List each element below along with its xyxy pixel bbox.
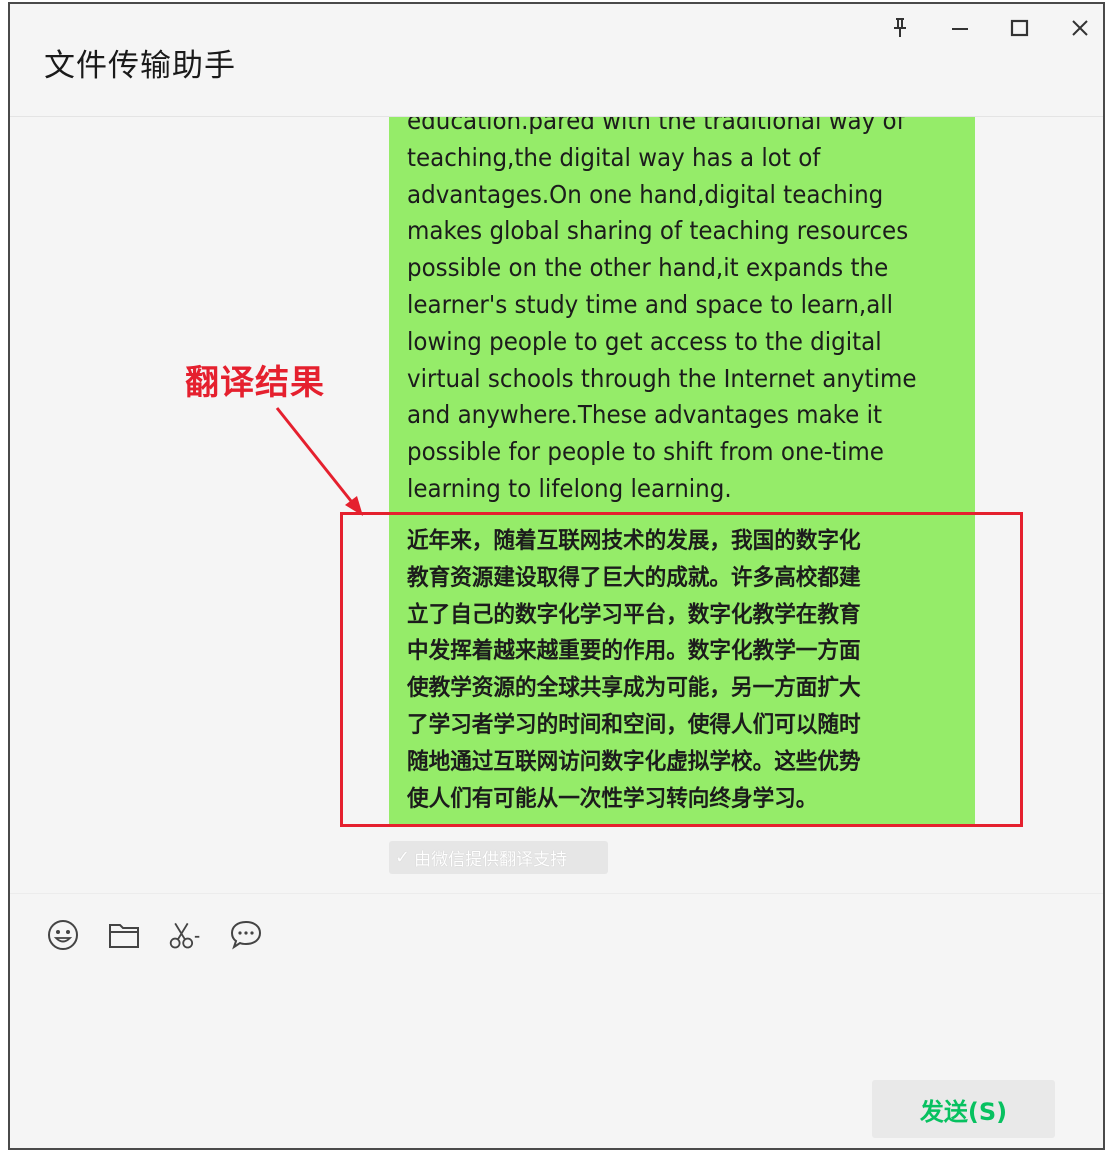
- pin-icon: [894, 18, 906, 37]
- scissors-icon: [169, 922, 200, 949]
- chat-window: 文件传输助手 education.pared with the traditio…: [8, 2, 1105, 1150]
- english-line: possible for people to shift from one-ti…: [407, 437, 884, 467]
- annotation-arrow: [275, 407, 363, 516]
- chat-history-button[interactable]: [229, 918, 263, 952]
- minimize-button[interactable]: [940, 14, 980, 42]
- maximize-button[interactable]: [1000, 14, 1040, 42]
- english-line: advantages.On one hand,digital teaching: [407, 179, 884, 209]
- close-icon: [1072, 20, 1088, 36]
- file-button[interactable]: [107, 918, 141, 952]
- translation-tag: ✓ 由微信提供翻译支持: [389, 841, 608, 874]
- english-line: education.pared with the traditional way…: [407, 117, 905, 135]
- input-area[interactable]: 发送(S): [10, 893, 1103, 1148]
- english-line: teaching,the digital way has a lot of: [407, 142, 821, 172]
- annotation-label: 翻译结果: [185, 363, 325, 403]
- chat-area[interactable]: education.pared with the traditional way…: [10, 117, 1103, 893]
- translation-tag-text: 由微信提供翻译支持: [414, 850, 568, 870]
- folder-icon: [109, 924, 139, 948]
- screenshot-button[interactable]: [168, 918, 202, 952]
- english-line: possible on the other hand,it expands th…: [407, 253, 889, 283]
- english-line: lowing people to get access to the digit…: [407, 326, 882, 356]
- emoji-icon: [48, 920, 78, 950]
- minimize-icon: [952, 28, 968, 30]
- english-line: virtual schools through the Internet any…: [407, 363, 917, 393]
- chat-title: 文件传输助手: [44, 48, 236, 84]
- pin-button[interactable]: [880, 14, 920, 42]
- english-text: education.pared with the traditional way…: [407, 117, 922, 508]
- chat-bubble-icon: [230, 920, 262, 950]
- english-line: learner's study time and space to learn,…: [407, 289, 894, 319]
- english-line: and anywhere.These advantages make it: [407, 400, 883, 430]
- chat-header: 文件传输助手: [10, 4, 1103, 117]
- check-icon: ✓: [395, 847, 411, 868]
- send-button[interactable]: 发送(S): [872, 1080, 1055, 1138]
- maximize-icon: [1010, 19, 1029, 37]
- english-line: learning to lifelong learning.: [407, 473, 732, 503]
- translation-highlight-box: [340, 512, 1023, 827]
- english-line: makes global sharing of teaching resourc…: [407, 216, 909, 246]
- emoji-button[interactable]: [46, 918, 80, 952]
- close-button[interactable]: [1060, 14, 1100, 42]
- input-toolbar: [46, 918, 263, 958]
